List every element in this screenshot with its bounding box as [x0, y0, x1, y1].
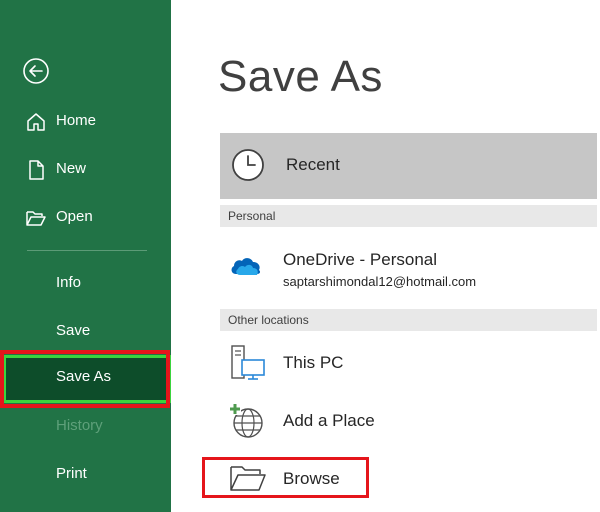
- nav-new-label: New: [56, 160, 87, 177]
- nav-history-label: History: [56, 417, 103, 434]
- browse-highlight-box: [202, 457, 369, 498]
- nav-new[interactable]: New: [0, 148, 171, 192]
- backstage-sidebar: Home New Open Info Save Save As History …: [0, 0, 171, 512]
- nav-history: History: [0, 405, 171, 449]
- nav-print-label: Print: [56, 465, 87, 482]
- recent-label: Recent: [286, 155, 340, 174]
- nav-info-label: Info: [56, 274, 82, 291]
- new-file-icon: [29, 160, 44, 180]
- add-place-globe-icon: [229, 403, 263, 438]
- nav-open[interactable]: Open: [0, 196, 171, 240]
- page-title: Save As: [218, 52, 383, 101]
- nav-home-label: Home: [56, 112, 97, 129]
- onedrive-cloud-icon: [231, 258, 261, 275]
- this-pc-icon: [231, 345, 265, 380]
- location-onedrive[interactable]: OneDrive - Personal saptarshimondal12@ho…: [220, 238, 597, 296]
- nav-save[interactable]: Save: [0, 310, 171, 354]
- section-header-personal: Personal: [220, 205, 597, 227]
- location-add-a-place[interactable]: Add a Place: [220, 398, 597, 444]
- nav-open-label: Open: [56, 208, 93, 225]
- sidebar-divider: [27, 250, 147, 251]
- location-this-pc[interactable]: This PC: [220, 340, 597, 386]
- nav-print[interactable]: Print: [0, 453, 171, 497]
- save-as-highlight-box: [0, 350, 170, 408]
- nav-save-label: Save: [56, 322, 91, 339]
- nav-info[interactable]: Info: [0, 262, 171, 306]
- nav-home[interactable]: Home: [0, 100, 171, 144]
- this-pc-title: This PC: [283, 353, 344, 372]
- back-button[interactable]: [22, 57, 50, 85]
- home-icon: [27, 113, 45, 131]
- back-arrow-icon: [23, 58, 49, 84]
- recent-location[interactable]: Recent: [220, 133, 597, 199]
- section-header-other-locations: Other locations: [220, 309, 597, 331]
- onedrive-account: saptarshimondal12@hotmail.com: [283, 274, 477, 289]
- add-a-place-title: Add a Place: [283, 411, 375, 430]
- clock-icon: [232, 149, 264, 181]
- onedrive-title: OneDrive - Personal: [283, 250, 438, 269]
- folder-open-icon: [26, 211, 46, 226]
